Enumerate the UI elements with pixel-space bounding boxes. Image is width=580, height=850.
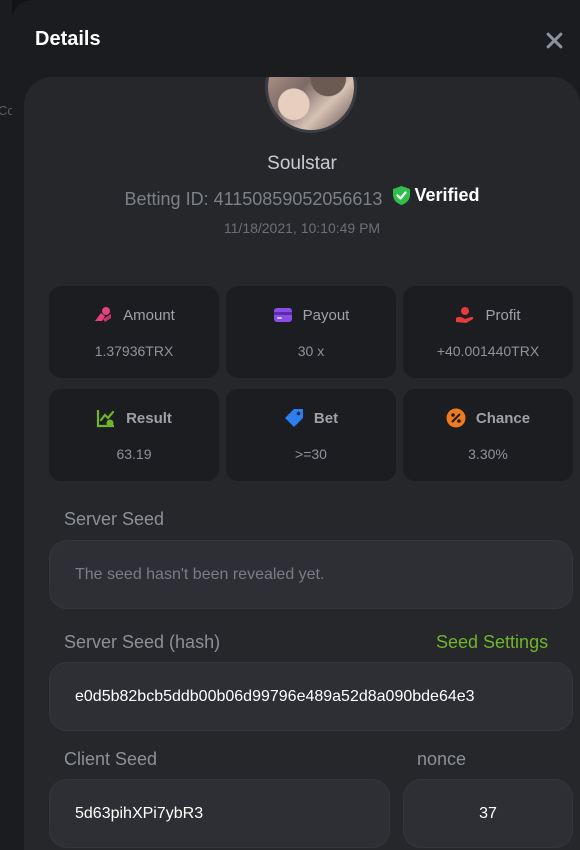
player-name: Soulstar — [267, 153, 337, 174]
stat-label: Profit — [485, 306, 521, 324]
betting-id: Betting ID: 41150859052056613 — [124, 189, 383, 209]
stat-payout: Payout 30 x — [226, 286, 396, 378]
verified-badge: Verified — [393, 185, 479, 206]
tag-icon — [284, 409, 303, 427]
close-icon[interactable] — [540, 27, 568, 55]
stat-bet: Bet >=30 — [226, 389, 396, 481]
hand-money-icon — [456, 307, 474, 323]
background-page-strip — [0, 0, 12, 850]
client-seed-label: Client Seed — [64, 749, 158, 769]
stat-result: Result 63.19 — [49, 389, 219, 481]
nonce-field[interactable]: 37 — [403, 779, 573, 848]
nonce-label: nonce — [417, 749, 467, 769]
modal-header: Details — [12, 0, 580, 80]
chart-check-icon — [96, 410, 115, 428]
stat-chance: Chance 3.30% — [403, 389, 573, 481]
seed-settings-link[interactable]: Seed Settings — [436, 632, 548, 653]
server-seed-hash-field[interactable]: e0d5b82bcb5ddb00b06d99796e489a52d8a090bd… — [49, 662, 573, 731]
stat-label: Amount — [123, 306, 175, 324]
modal-title: Details — [35, 28, 101, 50]
server-seed-label: Server Seed — [64, 509, 165, 529]
shield-check-icon — [393, 186, 411, 205]
card-icon — [273, 308, 292, 322]
betting-id-line: Betting ID: 41150859052056613 Verified — [24, 185, 580, 210]
percent-icon — [446, 408, 466, 428]
stat-label: Chance — [475, 409, 531, 427]
stat-value: 1.37936TRX — [94, 343, 174, 359]
client-seed-field[interactable]: 5d63pihXPi7ybR3 — [49, 779, 390, 848]
stat-label: Bet — [313, 409, 339, 427]
stat-value: 3.30% — [468, 446, 508, 462]
verified-label: Verified — [414, 185, 480, 205]
coins-icon — [95, 307, 112, 322]
avatar — [265, 77, 357, 133]
server-seed-hash-label: Server Seed (hash) — [64, 632, 221, 652]
stat-value: >=30 — [295, 446, 327, 462]
bet-timestamp: 11/18/2021, 10:10:49 PM — [223, 220, 381, 236]
details-modal: Details Soulstar Betting ID: 41150859052… — [12, 0, 580, 850]
stat-label: Payout — [302, 306, 350, 324]
details-content: Soulstar Betting ID: 41150859052056613 V… — [24, 77, 580, 850]
stat-value: 30 x — [297, 343, 325, 359]
stat-value: +40.001440TRX — [436, 343, 540, 359]
stat-value: 63.19 — [116, 446, 152, 462]
server-seed-field: The seed hasn't been revealed yet. — [49, 540, 573, 609]
stat-label: Result — [126, 409, 172, 427]
stat-profit: Profit +40.001440TRX — [403, 286, 573, 378]
stat-amount: Amount 1.37936TRX — [49, 286, 219, 378]
